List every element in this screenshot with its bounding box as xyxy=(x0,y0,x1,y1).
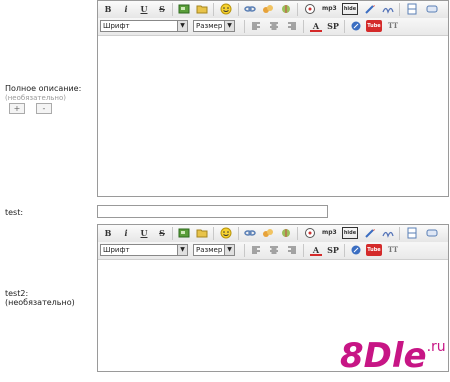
chevron-down-icon: ▼ xyxy=(224,21,234,31)
chevron-down-icon: ▼ xyxy=(177,245,187,255)
watermark-suffix: .ru xyxy=(426,339,446,355)
code-icon[interactable] xyxy=(364,3,376,15)
typewriter-button[interactable]: TT xyxy=(386,244,400,256)
quote-icon[interactable] xyxy=(382,227,394,239)
watermark-brand: 8Dle xyxy=(340,336,427,376)
flash-icon[interactable] xyxy=(304,3,316,15)
image-icon[interactable] xyxy=(178,227,190,239)
size-select-value: Размер xyxy=(196,246,223,254)
quote-icon[interactable] xyxy=(382,3,394,15)
strike-button[interactable]: S xyxy=(156,227,168,239)
underline-button[interactable]: U xyxy=(138,3,150,15)
typograph-icon[interactable] xyxy=(350,244,362,256)
full-description-editor: B i U S mp3 hide Шрифт ▼ Размер ▼ A SP Tu xyxy=(97,0,449,197)
hide-button[interactable]: hide xyxy=(342,227,358,239)
image-icon[interactable] xyxy=(178,3,190,15)
font-select-value: Шрифт xyxy=(103,22,130,30)
italic-button[interactable]: i xyxy=(120,3,132,15)
full-description-label: Полное описание: xyxy=(5,84,82,93)
email-icon[interactable] xyxy=(280,227,292,239)
italic-button[interactable]: i xyxy=(120,227,132,239)
test2-label: test2: xyxy=(5,289,29,298)
folder-icon[interactable] xyxy=(196,3,208,15)
code-icon[interactable] xyxy=(364,227,376,239)
shrink-minus-button[interactable]: - xyxy=(36,103,52,114)
link-icon[interactable] xyxy=(244,227,256,239)
bold-button[interactable]: B xyxy=(102,3,114,15)
strike-button[interactable]: S xyxy=(156,3,168,15)
youtube-button[interactable]: Tube xyxy=(366,20,382,32)
font-select-value: Шрифт xyxy=(103,246,130,254)
text-color-button[interactable]: A xyxy=(310,244,322,256)
page-link-icon[interactable] xyxy=(426,3,438,15)
align-right-icon[interactable] xyxy=(286,20,298,32)
bold-button[interactable]: B xyxy=(102,227,114,239)
typewriter-button[interactable]: TT xyxy=(386,20,400,32)
page-break-icon[interactable] xyxy=(406,3,418,15)
chevron-down-icon: ▼ xyxy=(177,21,187,31)
typograph-icon[interactable] xyxy=(350,20,362,32)
align-right-icon[interactable] xyxy=(286,244,298,256)
page-break-icon[interactable] xyxy=(406,227,418,239)
align-center-icon[interactable] xyxy=(268,244,280,256)
spoiler-button[interactable]: SP xyxy=(326,244,340,256)
expand-plus-button[interactable]: + xyxy=(9,103,25,114)
test2-hint: (необязательно) xyxy=(5,298,75,307)
mp3-button[interactable]: mp3 xyxy=(322,227,337,239)
editor-toolbar-row1: B i U S mp3 hide xyxy=(98,1,448,19)
spoiler-button[interactable]: SP xyxy=(326,20,340,32)
editor2-toolbar-row1: B i U S mp3 hide xyxy=(98,225,448,243)
align-left-icon[interactable] xyxy=(250,20,262,32)
page-link-icon[interactable] xyxy=(426,227,438,239)
editor2-toolbar-row2: Шрифт ▼ Размер ▼ A SP Tube TT xyxy=(98,242,448,260)
watermark-logo: 8Dle.ru xyxy=(340,336,446,376)
smiley-icon[interactable] xyxy=(220,3,232,15)
font-select[interactable]: Шрифт ▼ xyxy=(100,20,188,32)
test-label: test: xyxy=(5,208,24,217)
size-select[interactable]: Размер ▼ xyxy=(193,20,235,32)
size-select[interactable]: Размер ▼ xyxy=(193,244,235,256)
leech-icon[interactable] xyxy=(262,227,274,239)
chevron-down-icon: ▼ xyxy=(224,245,234,255)
align-center-icon[interactable] xyxy=(268,20,280,32)
mp3-button[interactable]: mp3 xyxy=(322,3,337,15)
hide-button[interactable]: hide xyxy=(342,3,358,15)
leech-icon[interactable] xyxy=(262,3,274,15)
link-icon[interactable] xyxy=(244,3,256,15)
email-icon[interactable] xyxy=(280,3,292,15)
text-color-button[interactable]: A xyxy=(310,20,322,32)
smiley-icon[interactable] xyxy=(220,227,232,239)
align-left-icon[interactable] xyxy=(250,244,262,256)
youtube-button[interactable]: Tube xyxy=(366,244,382,256)
test-input[interactable] xyxy=(97,205,328,218)
folder-icon[interactable] xyxy=(196,227,208,239)
editor-toolbar-row2: Шрифт ▼ Размер ▼ A SP Tube TT xyxy=(98,18,448,36)
flash-icon[interactable] xyxy=(304,227,316,239)
full-description-hint: (необязательно) xyxy=(5,94,67,102)
font-select[interactable]: Шрифт ▼ xyxy=(100,244,188,256)
size-select-value: Размер xyxy=(196,22,223,30)
underline-button[interactable]: U xyxy=(138,227,150,239)
